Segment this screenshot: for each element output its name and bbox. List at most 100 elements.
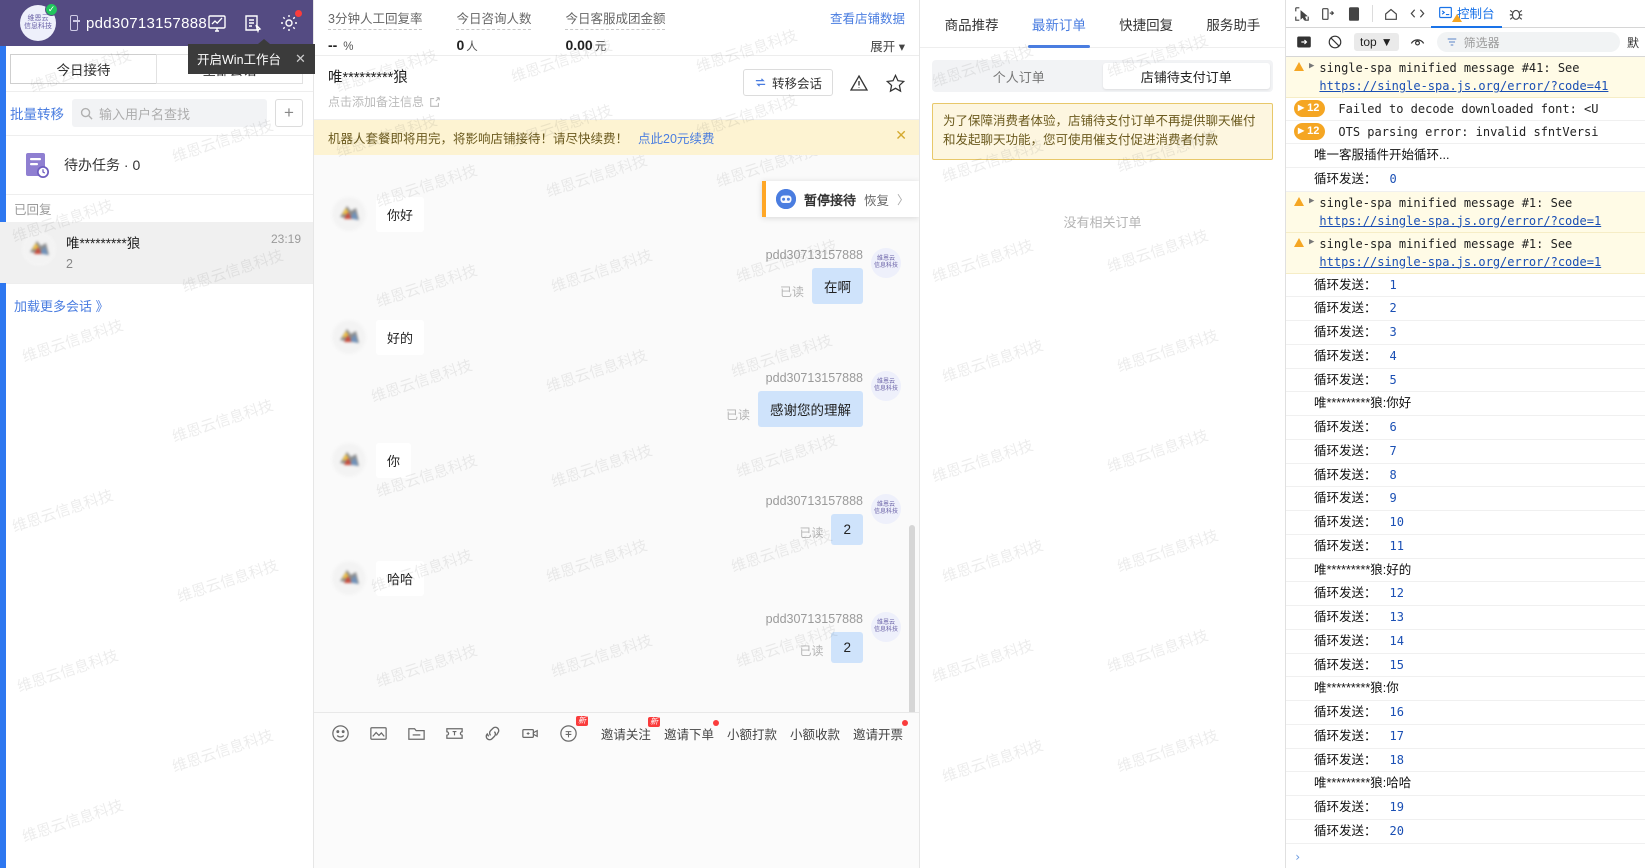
segment-personal-orders[interactable]: 个人订单 bbox=[935, 63, 1103, 89]
console-filter-input[interactable]: 筛选器 bbox=[1436, 32, 1620, 52]
gear-icon[interactable] bbox=[279, 10, 302, 33]
console-text: 循环发送： bbox=[1314, 610, 1377, 624]
video-icon[interactable] bbox=[520, 723, 541, 744]
console-value: 15 bbox=[1389, 657, 1404, 672]
stat-reply-rate: 3分钟人工回复率 -- % bbox=[328, 8, 423, 53]
message-out-wrap: pdd30713157888 已读 在啊 bbox=[766, 248, 863, 304]
message-sender: pdd30713157888 bbox=[765, 494, 863, 508]
todo-task-item[interactable]: 待办任务 · 0 bbox=[0, 136, 313, 195]
image-icon[interactable] bbox=[368, 723, 389, 744]
console-link[interactable]: https://single-spa.js.org/error/?code=41 bbox=[1319, 79, 1608, 93]
console-value: 0 bbox=[1389, 171, 1397, 186]
console-value: 2 bbox=[1389, 301, 1397, 316]
bulk-transfer-button[interactable]: 批量转移 bbox=[10, 103, 64, 123]
avatar-line2: 信息科技 bbox=[873, 509, 898, 515]
expand-arrow-icon[interactable]: ▶ bbox=[1309, 195, 1314, 209]
link-icon[interactable] bbox=[482, 723, 503, 744]
message-bubble: 在啊 bbox=[812, 268, 863, 304]
invite-order-button[interactable]: 邀请下单 bbox=[664, 720, 719, 743]
invite-follow-button[interactable]: 邀请关注 新 bbox=[601, 717, 660, 743]
console-line: 唯*********狼:你 bbox=[1286, 677, 1645, 701]
search-input[interactable]: 输入用户名查找 bbox=[72, 99, 267, 127]
console-output[interactable]: ▶ single-spa minified message #41: See htt… bbox=[1286, 57, 1645, 846]
composer-toolbar: 新 邀请关注 新 邀请下单 小额打款 小额收款 邀请开票 bbox=[314, 713, 919, 744]
load-more-button[interactable]: 加载更多会话 》 bbox=[0, 283, 313, 315]
console-text: 循环发送： bbox=[1314, 420, 1377, 434]
expand-stats-button[interactable]: 展开 ▾ bbox=[830, 36, 905, 55]
view-shop-data-link[interactable]: 查看店铺数据 bbox=[830, 8, 905, 27]
console-value: 3 bbox=[1389, 325, 1397, 339]
tooltip-close-icon[interactable]: ✕ bbox=[295, 51, 306, 67]
console-repeat-count[interactable]: ▶ 12 bbox=[1294, 100, 1326, 117]
filter-icon bbox=[1447, 38, 1456, 46]
segment-shop-pending-orders[interactable]: 店铺待支付订单 bbox=[1102, 63, 1270, 89]
bug-icon[interactable] bbox=[1504, 2, 1528, 26]
execution-context-selector[interactable]: top ▼ bbox=[1354, 33, 1399, 51]
coupon-icon[interactable] bbox=[444, 723, 465, 744]
avatar: 维恩云 信息科技 bbox=[871, 371, 901, 401]
message-row: pdd30713157888 已读 2 维恩云 信息科技 bbox=[314, 604, 919, 671]
device-toolbar-icon[interactable] bbox=[1316, 2, 1340, 26]
console-line: 循环发送： 6 bbox=[1286, 416, 1645, 440]
tab-product-recommend[interactable]: 商品推荐 bbox=[930, 0, 1013, 48]
tab-quick-reply[interactable]: 快捷回复 bbox=[1105, 0, 1188, 48]
expand-arrow-icon[interactable]: ▶ bbox=[1309, 60, 1314, 74]
emoji-icon[interactable] bbox=[330, 723, 351, 744]
avatar-line2: 信息科技 bbox=[873, 386, 898, 392]
tab-service-assistant[interactable]: 服务助手 bbox=[1192, 0, 1275, 48]
stat-number: -- bbox=[328, 37, 342, 53]
notice-close-icon[interactable]: ✕ bbox=[895, 127, 907, 144]
console-link[interactable]: https://single-spa.js.org/error/?code=1 bbox=[1319, 255, 1601, 269]
shop-title: pdd30713157888 bbox=[86, 14, 207, 32]
stat-unit: 人 bbox=[466, 41, 478, 53]
stat-unit: % bbox=[343, 41, 354, 53]
console-link[interactable]: https://single-spa.js.org/error/?code=1 bbox=[1319, 214, 1601, 228]
transfer-session-button[interactable]: 转移会话 bbox=[742, 69, 833, 96]
home-icon[interactable] bbox=[1379, 2, 1403, 26]
stat-group-amount: 今日客服成团金额 0.00 元 bbox=[565, 8, 666, 54]
warning-icon[interactable] bbox=[849, 73, 869, 93]
resume-button[interactable]: 恢复 bbox=[864, 190, 889, 209]
live-expression-icon[interactable] bbox=[1406, 30, 1430, 54]
edit-note-icon[interactable] bbox=[429, 96, 441, 108]
panel-layout-icon[interactable] bbox=[1342, 2, 1366, 26]
invite-invoice-button[interactable]: 邀请开票 bbox=[853, 720, 908, 743]
avatar: 维恩云 信息科技 bbox=[871, 248, 901, 278]
folder-icon[interactable] bbox=[406, 723, 427, 744]
expand-arrow-icon[interactable]: ▶ bbox=[1309, 236, 1314, 250]
message-scrollbar[interactable] bbox=[909, 525, 915, 712]
refund-icon[interactable]: 新 bbox=[558, 716, 588, 744]
clear-console-icon[interactable] bbox=[1323, 30, 1347, 54]
elements-code-icon[interactable] bbox=[1405, 2, 1429, 26]
monitor-chart-icon[interactable] bbox=[207, 13, 227, 33]
todo-icon bbox=[22, 150, 52, 180]
console-levels-selector[interactable]: 默 bbox=[1627, 34, 1639, 51]
console-text: 循环发送： bbox=[1314, 491, 1377, 506]
tab-latest-orders[interactable]: 最新订单 bbox=[1017, 0, 1100, 48]
message-row: pdd30713157888 已读 2 维恩云 信息科技 bbox=[314, 486, 919, 553]
list-item[interactable]: 唯*********狼 2 23:19 bbox=[0, 222, 313, 283]
chevron-right-icon[interactable]: 〉 bbox=[897, 191, 909, 208]
chat-note-row[interactable]: 点击添加备注信息 bbox=[328, 93, 441, 110]
console-repeat-count[interactable]: ▶ 12 bbox=[1294, 123, 1326, 140]
star-icon[interactable] bbox=[885, 73, 906, 93]
console-text: 唯*********狼:你好 bbox=[1314, 396, 1412, 411]
console-line: 循环发送： 4 bbox=[1286, 345, 1645, 369]
small-payment-button[interactable]: 小额打款 bbox=[727, 724, 777, 743]
renew-link[interactable]: 点此20元续费 bbox=[638, 128, 714, 147]
small-collection-button[interactable]: 小额收款 bbox=[790, 724, 840, 743]
console-text: 循环发送： bbox=[1314, 752, 1377, 767]
notes-icon[interactable] bbox=[243, 13, 263, 34]
pause-reception-toast[interactable]: 暂停接待 恢复 〉 bbox=[761, 181, 919, 217]
warning-triangle-icon bbox=[1294, 237, 1304, 247]
console-line: 唯一客服插件开始循环... bbox=[1286, 144, 1645, 168]
console-prompt[interactable]: › bbox=[1286, 846, 1645, 868]
tab-today-reception[interactable]: 今日接待 bbox=[10, 54, 156, 84]
message-sender: pdd30713157888 bbox=[765, 612, 863, 626]
console-sidebar-icon[interactable] bbox=[1292, 30, 1316, 54]
inspect-element-icon[interactable] bbox=[1290, 2, 1314, 26]
console-text: 循环发送： bbox=[1314, 443, 1377, 458]
tab-console[interactable]: 控制台 bbox=[1431, 0, 1502, 28]
add-conversation-button[interactable]: + bbox=[275, 99, 303, 127]
console-line: ▶ 12 Failed to decode downloaded font: <U bbox=[1286, 98, 1645, 121]
